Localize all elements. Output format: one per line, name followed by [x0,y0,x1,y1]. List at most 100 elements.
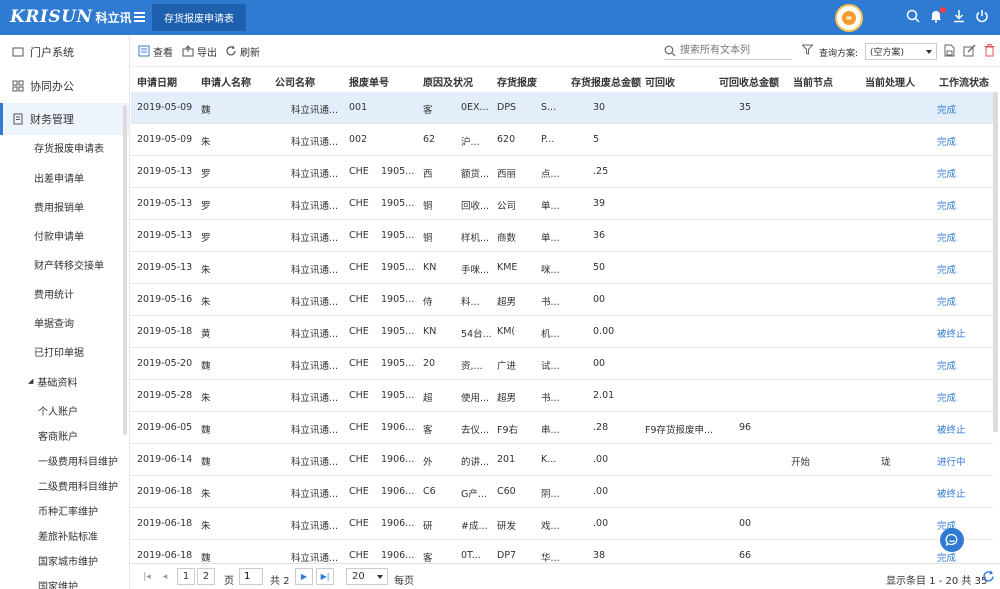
table-scrollbar[interactable] [993,92,998,432]
query-scheme-label: 查询方案: [819,49,859,59]
col-current-node[interactable]: 当前节点 [793,74,833,89]
cell-inv-b: 戏... [541,521,560,532]
sidebar-item-country-city[interactable]: 国家城市维护 [0,549,126,571]
cell-status[interactable]: 完成 [937,166,956,180]
filter-icon[interactable] [802,44,813,55]
col-inventory-scrap[interactable]: 存货报废 [497,74,537,89]
page-size-select[interactable]: 20 [346,568,388,585]
table-row[interactable]: 2019-05-09 朱 科立讯通... 002 62 沪... 620 P... 5 完成 [131,124,993,156]
sidebar-item-travel-allowance[interactable]: 差旅补贴标准 [0,524,126,546]
table-row[interactable]: 2019-05-20 魏 科立讯通... CHE 1905... 20 资,... 广进 试..… [131,348,993,380]
edit-scheme-icon[interactable] [963,44,976,57]
cell-date: 2019-05-20 [137,358,193,369]
cell-status[interactable]: 完成 [937,358,956,372]
cell-no-a: CHE [349,422,369,433]
cell-status[interactable]: 完成 [937,134,956,148]
search-input[interactable] [664,42,792,60]
table-row[interactable]: 2019-06-18 魏 科立讯通... CHE 1906... 客 0T... DP7 华..… [131,540,993,563]
col-scrap-total[interactable]: 存货报废总金额 [571,74,641,89]
next-page-icon[interactable]: ▶ [295,568,313,585]
table-row[interactable]: 2019-05-28 朱 科立讯通... CHE 1905... 超 使用... 超男 书...… [131,380,993,412]
cell-company: 科立讯通... [291,233,339,244]
table-row[interactable]: 2019-05-18 黄 科立讯通... CHE 1905... KN 54台... KM(机… [131,316,993,348]
sidebar-item-country[interactable]: 国家维护 [0,574,126,589]
cell-applicant: 朱 [201,265,211,276]
cell-status[interactable]: 完成 [937,294,956,308]
sidebar-item-currency-rate[interactable]: 币种汇率维护 [0,499,126,521]
cell-status[interactable]: 被终止 [937,422,966,436]
cell-amount: .25 [593,166,609,177]
cell-status[interactable]: 完成 [937,230,956,244]
table-row[interactable]: 2019-05-09 魏 科立讯通... 001 客 0EX... DPS S... 30 35 完… [131,92,993,124]
sidebar-item-personal-account[interactable]: 个人账户 [0,399,126,421]
col-reason[interactable]: 原因及状况 [423,74,473,89]
sidebar-item-inventory-scrap[interactable]: 存货报废申请表 [0,136,126,158]
export-button[interactable]: 导出 [182,43,217,59]
table-row[interactable]: 2019-05-13 朱 科立讯通... CHE 1905... KN 手咪... KME 咪.… [131,252,993,284]
col-recyclable-total[interactable]: 可回收总金额 [719,74,779,89]
table-row[interactable]: 2019-06-05 魏 科立讯通... CHE 1906... 客 去仪... F9右 串..… [131,412,993,444]
table-row[interactable]: 2019-06-18 朱 科立讯通... CHE 1906... 研 #成... 研发 戏...… [131,508,993,540]
sidebar-section-portal[interactable]: 门户系统 [0,36,129,68]
col-current-handler[interactable]: 当前处理人 [865,74,915,89]
table-row[interactable]: 2019-06-14 魏 科立讯通... CHE 1906... 外 的讲... 201 K..… [131,444,993,476]
download-icon[interactable] [952,9,968,25]
page-button-1[interactable]: 1 [177,568,195,585]
page-number-input[interactable] [239,568,263,585]
cell-status[interactable]: 完成 [937,262,956,276]
search-icon[interactable] [906,9,922,25]
col-apply-date[interactable]: 申请日期 [137,74,177,89]
sidebar-group-basic-data[interactable]: ◢ 基础资料 [0,370,126,392]
cell-status[interactable]: 被终止 [937,326,966,340]
cell-company: 科立讯通... [291,201,339,212]
sidebar-item-expense-stats[interactable]: 费用统计 [0,282,126,304]
cell-status[interactable]: 被终止 [937,486,966,500]
sidebar-item-payment-request[interactable]: 付款申请单 [0,224,126,246]
bell-icon[interactable] [929,7,946,25]
col-company[interactable]: 公司名称 [275,74,315,89]
delete-scheme-icon[interactable] [984,44,995,57]
col-applicant[interactable]: 申请人名称 [201,74,251,89]
cell-status[interactable]: 进行中 [937,454,966,468]
cell-recyc: F9存货报废申... [645,425,714,436]
tab-inventory-scrap[interactable]: 存货报废申请表 [152,4,246,31]
last-page-icon[interactable]: ▶| [316,568,334,585]
save-scheme-icon[interactable] [943,44,955,57]
query-scheme-select[interactable]: (空方案) [865,43,937,60]
sidebar-section-office[interactable]: 协同办公 [0,70,129,102]
menu-toggle-icon[interactable] [134,10,145,24]
sidebar-section-finance[interactable]: 财务管理 [0,103,129,135]
cell-status[interactable]: 完成 [937,102,956,116]
sidebar: 门户系统 协同办公 财务管理 存货报废申请表 出差申请单 费用报销单 付款申请单… [0,35,130,589]
refresh-button[interactable]: 刷新 [225,43,260,59]
sidebar-item-expense-claim[interactable]: 费用报销单 [0,195,126,217]
chat-assistant-button[interactable] [940,528,964,552]
cell-inv-b: 单... [541,201,560,212]
sidebar-scrollbar[interactable] [123,105,127,435]
cell-applicant: 魏 [201,553,211,563]
power-icon[interactable] [975,9,991,25]
cell-status[interactable]: 完成 [937,198,956,212]
table-row[interactable]: 2019-05-13 罗 科立讯通... CHE 1905... 铜 样机... 商数 单...… [131,220,993,252]
col-scrap-no[interactable]: 报废单号 [349,74,389,89]
cell-status[interactable]: 完成 [937,390,956,404]
sidebar-item-merchant-account[interactable]: 客商账户 [0,424,126,446]
sidebar-item-printed-docs[interactable]: 已打印单据 [0,340,126,362]
table-row[interactable]: 2019-06-18 朱 科立讯通... CHE 1906... C6 G产... C60 阴.… [131,476,993,508]
prev-page-icon[interactable]: ◂ [157,569,173,585]
sidebar-item-doc-query[interactable]: 单据查询 [0,311,126,333]
col-workflow-status[interactable]: 工作流状态 [939,74,989,89]
table-row[interactable]: 2019-05-13 罗 科立讯通... CHE 1905... 西 额货... 西丽 点...… [131,156,993,188]
refresh-icon[interactable] [982,570,995,583]
col-recyclable[interactable]: 可回收 [645,74,675,89]
table-row[interactable]: 2019-05-16 朱 科立讯通... CHE 1905... 侍 料... 超男 书... 0… [131,284,993,316]
table-row[interactable]: 2019-05-13 罗 科立讯通... CHE 1905... 铜 回收... 公司 单...… [131,188,993,220]
avatar[interactable] [835,4,863,32]
view-button[interactable]: 查看 [138,43,173,59]
page-button-2[interactable]: 2 [197,568,215,585]
sidebar-item-level1-subject[interactable]: 一级费用科目维护 [0,449,126,471]
sidebar-item-asset-transfer[interactable]: 财产转移交接单 [0,253,126,275]
sidebar-item-travel-request[interactable]: 出差申请单 [0,166,126,188]
first-page-icon[interactable]: |◂ [139,569,155,585]
sidebar-item-level2-subject[interactable]: 二级费用科目维护 [0,474,126,496]
